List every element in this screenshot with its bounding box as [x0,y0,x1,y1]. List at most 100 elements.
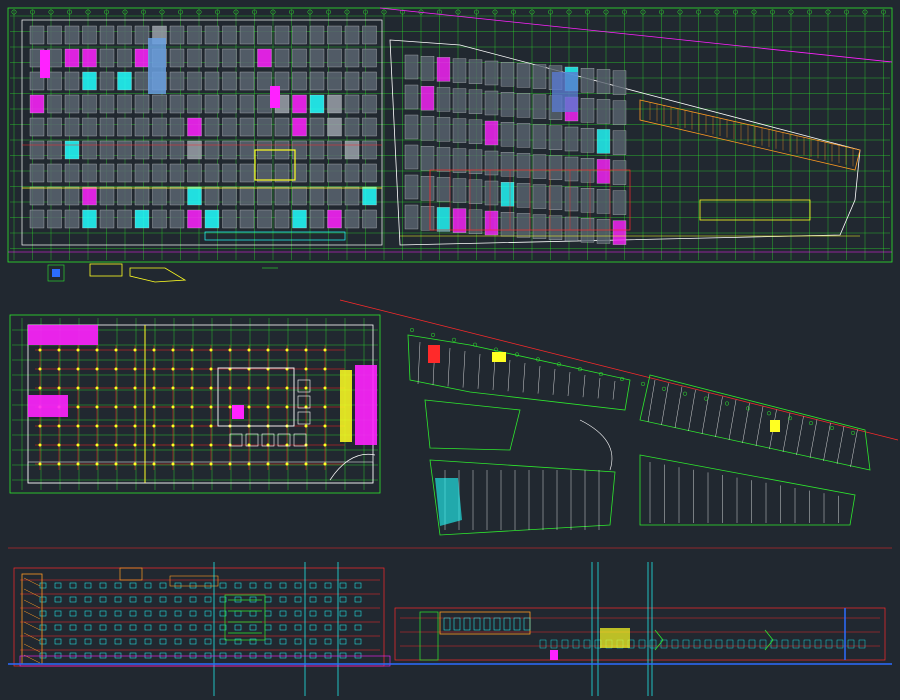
room-cell [596,189,611,214]
column-point [285,386,289,390]
room-cell [257,163,272,183]
column-point [266,405,270,409]
room-cell [309,94,325,114]
column-point [152,386,156,390]
room-cell [468,179,483,204]
column-point [171,462,175,466]
column-point [323,386,327,390]
room-cell [169,25,185,45]
room-cell [309,48,325,68]
room-cell [134,209,150,229]
room-cell [292,117,307,137]
column-point [266,348,270,352]
room-cell [134,94,150,114]
column-point [323,443,327,447]
room-cell [47,186,62,206]
column-point [228,405,232,409]
room-cell [187,94,202,114]
room-cell [257,209,272,229]
room-cell [292,48,307,68]
room-cell [327,140,342,160]
column-point [247,386,251,390]
room-cell [548,185,563,210]
column-point [57,462,61,466]
room-cell [344,94,360,114]
room-cell [47,209,62,229]
room-cell [327,71,342,91]
column-point [38,367,42,371]
column-point [323,462,327,466]
room-cell [612,70,627,95]
room-cell [204,186,220,206]
legend-swatch-1 [52,269,60,277]
room-cell [222,186,237,206]
room-cell [187,209,202,229]
column-point [323,405,327,409]
room-cell [152,117,167,137]
room-cell [484,150,499,176]
column-point [247,348,251,352]
room-cell [222,209,237,229]
room-cell [516,93,531,118]
column-point [304,367,308,371]
room-cell [257,186,272,206]
room-cell [117,71,132,91]
column-point [114,424,118,428]
room-cell [134,163,150,183]
room-cell [152,186,167,206]
lift [232,405,244,419]
room-cell [169,186,185,206]
room-cell [500,62,515,87]
room-cell [404,144,419,170]
column-point [76,348,80,352]
shop-block [355,365,377,445]
column-point [152,462,156,466]
room-cell [516,213,531,238]
room-cell [99,209,115,229]
room-cell [404,204,419,230]
room-cell [29,117,45,137]
room-cell [82,48,97,68]
room-cell [362,71,377,91]
room-cell [404,54,419,80]
room-cell [484,210,499,236]
room-cell [82,94,97,114]
column-point [247,462,251,466]
column-point [285,462,289,466]
room-cell [187,163,202,183]
room-cell [596,219,611,244]
column-point [76,405,80,409]
room-cell [82,209,97,229]
room-cell [612,160,627,185]
column-point [171,367,175,371]
core-block [40,50,50,78]
room-cell [500,92,515,117]
column-point [190,462,194,466]
room-cell [204,209,220,229]
column-point [76,367,80,371]
room-cell [239,71,255,91]
column-point [209,443,213,447]
column-point [114,462,118,466]
room-cell [239,25,255,45]
room-cell [82,71,97,91]
room-cell [580,188,595,213]
room-cell [204,25,220,45]
room-cell [117,140,132,160]
room-cell [117,186,132,206]
column-point [114,386,118,390]
column-point [304,424,308,428]
room-cell [327,209,342,229]
room-cell [169,209,185,229]
room-cell [404,84,419,110]
room-cell [484,90,499,116]
column-point [133,462,137,466]
room-cell [309,71,325,91]
column-point [228,462,232,466]
column-point [76,443,80,447]
room-cell [29,186,45,206]
room-cell [362,94,377,114]
room-cell [187,186,202,206]
room-cell [64,25,80,45]
room-cell [327,48,342,68]
